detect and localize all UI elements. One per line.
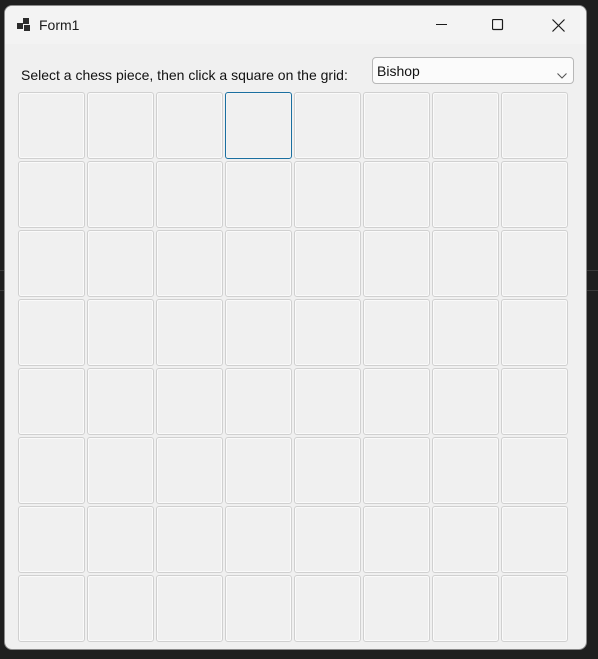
board-square[interactable] (225, 575, 292, 642)
board-square[interactable] (432, 299, 499, 366)
close-button[interactable] (535, 6, 581, 44)
board-square[interactable] (225, 506, 292, 573)
board-square[interactable] (432, 437, 499, 504)
board-square[interactable] (18, 506, 85, 573)
board-square[interactable] (156, 506, 223, 573)
minimize-icon (436, 24, 448, 26)
board-square[interactable] (363, 506, 430, 573)
board-square[interactable] (363, 575, 430, 642)
board-square[interactable] (87, 368, 154, 435)
board-square[interactable] (501, 92, 568, 159)
board-square[interactable] (294, 161, 361, 228)
board-square[interactable] (294, 92, 361, 159)
board-square[interactable] (156, 92, 223, 159)
board-square[interactable] (87, 92, 154, 159)
maximize-icon (492, 19, 504, 31)
piece-select-value: Bishop (377, 63, 420, 79)
board-square[interactable] (294, 299, 361, 366)
board-square[interactable] (156, 161, 223, 228)
board-square[interactable] (363, 161, 430, 228)
board-square[interactable] (432, 161, 499, 228)
board-square[interactable] (294, 230, 361, 297)
close-icon (551, 18, 565, 32)
board-square[interactable] (225, 437, 292, 504)
piece-select[interactable]: Bishop (372, 57, 574, 84)
board-square[interactable] (501, 230, 568, 297)
board-square[interactable] (294, 575, 361, 642)
board-square[interactable] (363, 299, 430, 366)
board-square[interactable] (501, 161, 568, 228)
board-square[interactable] (432, 368, 499, 435)
app-grid-icon (17, 18, 33, 32)
board-square[interactable] (294, 506, 361, 573)
board-square[interactable] (363, 230, 430, 297)
board-square[interactable] (156, 230, 223, 297)
board-square[interactable] (18, 230, 85, 297)
board-square[interactable] (501, 299, 568, 366)
board-square[interactable] (87, 575, 154, 642)
board-square[interactable] (363, 368, 430, 435)
board-square[interactable] (156, 437, 223, 504)
board-square[interactable] (363, 92, 430, 159)
board-square[interactable] (156, 299, 223, 366)
board-square[interactable] (432, 92, 499, 159)
board-square[interactable] (87, 230, 154, 297)
board-square[interactable] (501, 437, 568, 504)
board-square[interactable] (18, 368, 85, 435)
board-square[interactable] (18, 575, 85, 642)
board-square[interactable] (18, 161, 85, 228)
board-square[interactable] (225, 299, 292, 366)
board-square[interactable] (87, 161, 154, 228)
chevron-down-icon (557, 66, 567, 84)
board-square[interactable] (432, 230, 499, 297)
board-square[interactable] (18, 92, 85, 159)
board-square[interactable] (432, 575, 499, 642)
board-square[interactable] (501, 368, 568, 435)
board-square[interactable] (501, 506, 568, 573)
board-square[interactable] (363, 437, 430, 504)
board-square[interactable] (87, 506, 154, 573)
board-square[interactable] (294, 437, 361, 504)
maximize-button[interactable] (475, 6, 521, 44)
board-square[interactable] (87, 299, 154, 366)
board-square[interactable] (501, 575, 568, 642)
board-square[interactable] (225, 230, 292, 297)
minimize-button[interactable] (419, 6, 465, 44)
board-square[interactable] (18, 299, 85, 366)
board-square[interactable] (225, 161, 292, 228)
title-bar[interactable]: Form1 (5, 6, 586, 44)
board-square[interactable] (156, 575, 223, 642)
board-square[interactable] (87, 437, 154, 504)
form-window: Form1 Select a chess piece, then click a… (4, 5, 587, 650)
window-title: Form1 (39, 17, 80, 33)
board-square[interactable] (225, 368, 292, 435)
board-square[interactable] (294, 368, 361, 435)
chess-board-grid (18, 92, 570, 644)
board-square[interactable] (156, 368, 223, 435)
board-square[interactable] (18, 437, 85, 504)
instruction-label: Select a chess piece, then click a squar… (21, 67, 348, 83)
board-square[interactable] (432, 506, 499, 573)
board-square[interactable] (225, 92, 292, 159)
